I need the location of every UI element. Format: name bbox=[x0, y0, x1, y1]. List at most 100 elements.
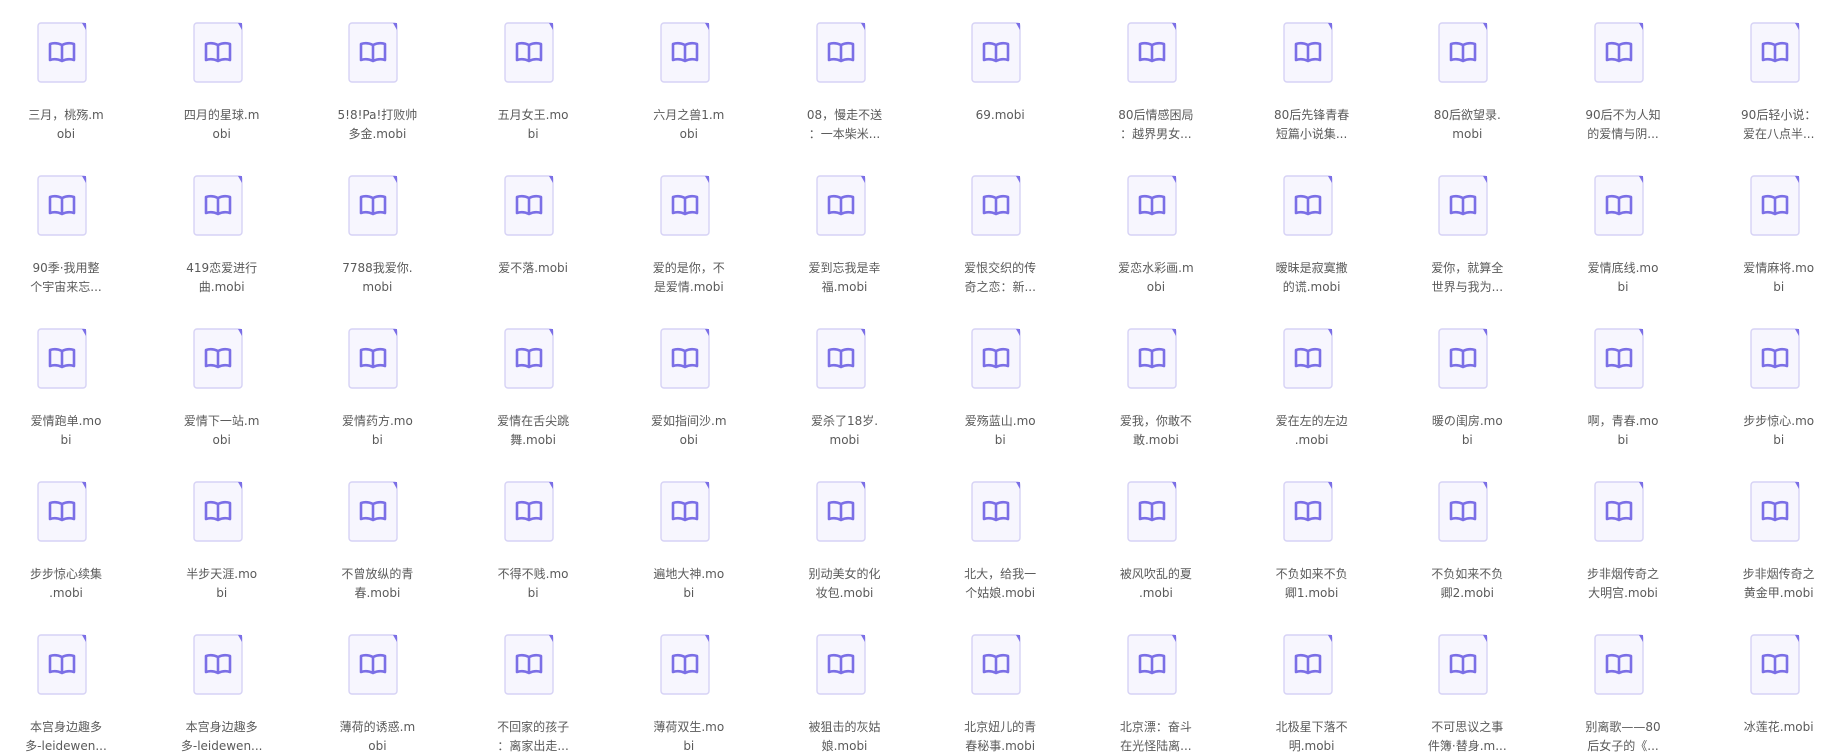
file-item[interactable]: 80后先锋青春 短篇小说集... bbox=[1247, 0, 1377, 141]
file-name-line: ：一本柴米... bbox=[808, 127, 881, 141]
file-item[interactable]: 步非烟传奇之 大明宫.mobi bbox=[1558, 459, 1688, 600]
file-item[interactable]: 爱情在舌尖跳 舞.mobi bbox=[468, 306, 598, 447]
file-item[interactable]: 薄荷双生.mo bi bbox=[624, 612, 754, 753]
file-name-line: 暖の闺房.mo bbox=[1431, 414, 1503, 428]
file-item[interactable]: 本宫身边趣多 多-leidewen... bbox=[1, 612, 131, 753]
file-name: 爱恨交织的传 奇之恋：新... bbox=[935, 259, 1065, 297]
file-item[interactable]: 69.mobi bbox=[935, 0, 1065, 140]
file-item[interactable]: 不负如来不负 卿1.mobi bbox=[1247, 459, 1377, 600]
file-item[interactable]: 北京漂：奋斗 在光怪陆离... bbox=[1091, 612, 1221, 753]
file-name-line: 北大，给我一 bbox=[964, 567, 1037, 581]
file-name-line: 曲.mobi bbox=[198, 280, 245, 294]
file-name-line: 遍地大神.mo bbox=[653, 567, 725, 581]
file-name-line: 步步惊心.mo bbox=[1743, 414, 1815, 428]
ebook-file-icon bbox=[1594, 22, 1644, 83]
file-item[interactable]: 北京妞儿的青 春秘事.mobi bbox=[935, 612, 1065, 753]
file-item[interactable]: 暖の闺房.mo bi bbox=[1402, 306, 1532, 447]
file-item[interactable]: 爱你，就算全 世界与我为... bbox=[1402, 153, 1532, 294]
file-item[interactable]: 北大，给我一 个姑娘.mobi bbox=[935, 459, 1065, 600]
ebook-file-icon bbox=[1594, 328, 1644, 389]
file-name-line: bi bbox=[216, 586, 228, 600]
file-item[interactable]: 不负如来不负 卿2.mobi bbox=[1402, 459, 1532, 600]
file-name-line: 件簿·替身.m... bbox=[1427, 739, 1507, 753]
file-item[interactable]: 80后欲望录. mobi bbox=[1402, 0, 1532, 141]
ebook-file-icon bbox=[504, 634, 554, 695]
file-name-line: 08，慢走不送 bbox=[806, 108, 883, 122]
file-name-line: 爱在左的左边 bbox=[1275, 414, 1348, 428]
file-item[interactable]: 90后轻小说： 爱在八点半... bbox=[1714, 0, 1841, 141]
file-item[interactable]: 爱到忘我是幸 福.mobi bbox=[780, 153, 910, 294]
file-item[interactable]: 爱恨交织的传 奇之恋：新... bbox=[935, 153, 1065, 294]
file-item[interactable]: 四月的星球.m obi bbox=[157, 0, 287, 141]
ebook-file-icon bbox=[660, 175, 710, 236]
file-name: 90后不为人知 的爱情与阴... bbox=[1558, 106, 1688, 144]
ebook-file-icon bbox=[348, 328, 399, 389]
file-item[interactable]: 08，慢走不送 ：一本柴米... bbox=[780, 0, 910, 141]
file-name-line: 不负如来不负 bbox=[1431, 567, 1504, 581]
file-name-line: 冰莲花.mobi bbox=[1743, 720, 1814, 734]
file-item[interactable]: 被风吹乱的夏 .mobi bbox=[1091, 459, 1221, 600]
file-name-line: obi bbox=[56, 127, 76, 141]
file-item[interactable]: 爱的是你，不 是爱情.mobi bbox=[624, 153, 754, 294]
file-item[interactable]: 半步天涯.mo bi bbox=[157, 459, 287, 600]
file-name-line: 个姑娘.mobi bbox=[965, 586, 1036, 600]
file-name: 半步天涯.mo bi bbox=[157, 565, 287, 603]
file-name-line: bi bbox=[1617, 433, 1629, 447]
file-item[interactable]: 不回家的孩子 ：离家出走... bbox=[468, 612, 598, 753]
file-item[interactable]: 五月女王.mo bi bbox=[468, 0, 598, 141]
file-item[interactable]: 爱情药方.mo bi bbox=[312, 306, 442, 447]
file-item[interactable]: 爱殇蓝山.mo bi bbox=[935, 306, 1065, 447]
file-name: 80后情感困局 ：越界男女... bbox=[1091, 106, 1221, 144]
ebook-file-icon bbox=[504, 481, 554, 542]
file-name-line: bi bbox=[60, 433, 72, 447]
file-item[interactable]: 爱在左的左边 .mobi bbox=[1247, 306, 1377, 447]
file-item[interactable]: 步非烟传奇之 黄金甲.mobi bbox=[1714, 459, 1841, 600]
file-item[interactable]: 90后不为人知 的爱情与阴... bbox=[1558, 0, 1688, 141]
file-item[interactable]: 步步惊心续集 .mobi bbox=[1, 459, 131, 600]
file-item[interactable]: 爱情底线.mo bi bbox=[1558, 153, 1688, 294]
file-item[interactable]: 5!8!Pa!打败帅 多金.mobi bbox=[312, 0, 442, 141]
file-item[interactable]: 爱杀了18岁. mobi bbox=[780, 306, 910, 447]
file-item[interactable]: 本宫身边趣多 多-leidewen... bbox=[157, 612, 287, 753]
file-name-line: .mobi bbox=[49, 586, 83, 600]
file-item[interactable]: 步步惊心.mo bi bbox=[1714, 306, 1841, 447]
file-item[interactable]: 被狙击的灰姑 娘.mobi bbox=[780, 612, 910, 753]
file-item[interactable]: 六月之兽1.m obi bbox=[624, 0, 754, 141]
file-name: 本宫身边趣多 多-leidewen... bbox=[157, 718, 287, 756]
file-name-line: mobi bbox=[829, 433, 860, 447]
file-item[interactable]: 爱情麻将.mo bi bbox=[1714, 153, 1841, 294]
file-item[interactable]: 薄荷的诱惑.m obi bbox=[312, 612, 442, 753]
file-item[interactable]: 冰莲花.mobi bbox=[1714, 612, 1841, 752]
file-item[interactable]: 爱如指间沙.m obi bbox=[624, 306, 754, 447]
file-item[interactable]: 北极星下落不 明.mobi bbox=[1247, 612, 1377, 753]
file-item[interactable]: 不得不贱.mo bi bbox=[468, 459, 598, 600]
file-item[interactable]: 啊，青春.mo bi bbox=[1558, 306, 1688, 447]
file-item[interactable]: 90季·我用整 个宇宙来忘... bbox=[1, 153, 131, 294]
file-item[interactable]: 别离歌——80 后女子的《... bbox=[1558, 612, 1688, 753]
ebook-file-icon bbox=[37, 328, 87, 389]
file-item[interactable]: 爱不落.mobi bbox=[468, 153, 598, 293]
file-item[interactable]: 遍地大神.mo bi bbox=[624, 459, 754, 600]
file-name-line: 卿2.mobi bbox=[1440, 586, 1495, 600]
file-name-line: 本宫身边趣多 bbox=[29, 720, 102, 734]
file-item[interactable]: 不可思议之事 件簿·替身.m... bbox=[1402, 612, 1532, 753]
file-name-line: 爱如指间沙.m bbox=[651, 414, 727, 428]
file-item[interactable]: 80后情感困局 ：越界男女... bbox=[1091, 0, 1221, 141]
file-item[interactable]: 爱情下一站.m obi bbox=[157, 306, 287, 447]
file-item[interactable]: 不曾放纵的青 春.mobi bbox=[312, 459, 442, 600]
file-item[interactable]: 暧昧是寂寞撒 的谎.mobi bbox=[1247, 153, 1377, 294]
ebook-file-icon bbox=[971, 175, 1021, 236]
file-item[interactable]: 爱我，你敢不 敢.mobi bbox=[1091, 306, 1221, 447]
file-item[interactable]: 419恋爱进行 曲.mobi bbox=[157, 153, 287, 294]
file-item[interactable]: 7788我爱你. mobi bbox=[312, 153, 442, 294]
file-name-line: bi bbox=[1617, 280, 1629, 294]
ebook-file-icon bbox=[192, 328, 243, 389]
file-name-line: 步非烟传奇之 bbox=[1742, 567, 1815, 581]
file-item[interactable]: 爱恋水彩画.m obi bbox=[1091, 153, 1221, 294]
file-name: 北京妞儿的青 春秘事.mobi bbox=[935, 718, 1065, 756]
file-item[interactable]: 别动美女的化 妆包.mobi bbox=[780, 459, 910, 600]
file-name-line: ：离家出走... bbox=[497, 739, 569, 753]
file-item[interactable]: 三月，桃殇.m obi bbox=[1, 0, 131, 141]
file-item[interactable]: 爱情跑单.mo bi bbox=[1, 306, 131, 447]
file-name-line: 爱情下一站.m bbox=[183, 414, 260, 428]
